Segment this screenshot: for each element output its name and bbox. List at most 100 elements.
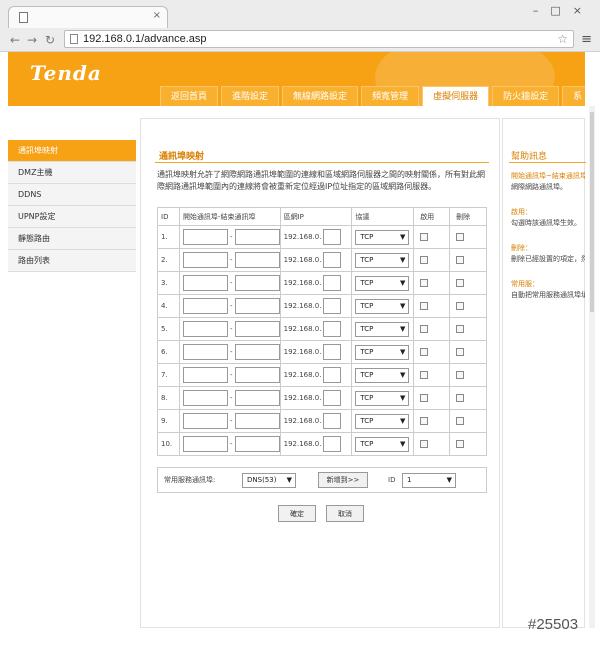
end-port-input[interactable]	[234, 321, 280, 337]
ip-last-octet-input[interactable]	[323, 344, 342, 360]
end-port-input[interactable]	[234, 344, 280, 360]
delete-checkbox[interactable]	[456, 371, 465, 379]
sidebar-item-route-table[interactable]: 路由列表	[8, 250, 136, 272]
enable-checkbox[interactable]	[420, 302, 429, 310]
common-service-select[interactable]: DNS(53) ▼	[242, 472, 296, 488]
ip-last-octet-input[interactable]	[323, 298, 342, 314]
ip-last-octet-input[interactable]	[323, 436, 342, 452]
tab-virtual-server[interactable]: 虛擬伺服器	[422, 86, 490, 106]
scrollbar-thumb[interactable]	[590, 112, 594, 312]
ip-prefix: 192.168.0.	[283, 302, 322, 310]
protocol-select[interactable]: TCP ▼	[355, 390, 410, 406]
enable-checkbox[interactable]	[420, 371, 429, 379]
end-port-input[interactable]	[234, 367, 280, 383]
ip-last-octet-input[interactable]	[323, 252, 342, 268]
browser-tab[interactable]: ×	[8, 6, 168, 28]
protocol-select[interactable]: TCP ▼	[355, 321, 410, 337]
scrollbar[interactable]	[589, 106, 595, 628]
tab-bandwidth[interactable]: 頻寬管理	[361, 86, 420, 106]
end-port-input[interactable]	[234, 298, 280, 314]
tab-home[interactable]: 返回首頁	[160, 86, 219, 106]
enable-checkbox[interactable]	[420, 440, 429, 448]
protocol-select[interactable]: TCP ▼	[355, 413, 410, 429]
sidebar-item-port-forwarding[interactable]: 通訊埠映射	[8, 140, 136, 162]
cancel-button[interactable]: 取消	[326, 505, 364, 522]
delete	[450, 226, 487, 248]
address-bar[interactable]: 192.168.0.1/advance.asp ☆	[64, 30, 574, 48]
menu-icon[interactable]: ≡	[581, 32, 592, 47]
ip-last-octet-input[interactable]	[323, 229, 342, 245]
id-select[interactable]: 1 ▼	[402, 472, 456, 488]
ip-last-octet-input[interactable]	[323, 321, 342, 337]
enable-checkbox[interactable]	[420, 348, 429, 356]
end-port-input[interactable]	[234, 390, 280, 406]
lan-ip: 192.168.0.	[281, 249, 353, 271]
ip-last-octet-input[interactable]	[323, 367, 342, 383]
enable-checkbox[interactable]	[420, 394, 429, 402]
delete-checkbox[interactable]	[456, 256, 465, 264]
start-port-input[interactable]	[182, 344, 228, 360]
start-port-input[interactable]	[182, 367, 228, 383]
enable	[414, 272, 451, 294]
delete-checkbox[interactable]	[456, 302, 465, 310]
window-controls[interactable]: –□×	[533, 4, 594, 17]
delete-checkbox[interactable]	[456, 394, 465, 402]
tab-wireless[interactable]: 無線網路設定	[282, 86, 359, 106]
bookmark-star-icon[interactable]: ☆	[557, 32, 568, 46]
protocol-select[interactable]: TCP ▼	[355, 298, 410, 314]
start-port-input[interactable]	[182, 298, 228, 314]
delete	[450, 249, 487, 271]
enable-checkbox[interactable]	[420, 256, 429, 264]
sidebar-item-dmz[interactable]: DMZ主機	[8, 162, 136, 184]
add-to-button[interactable]: 新增到>>	[318, 472, 368, 488]
protocol-select[interactable]: TCP ▼	[355, 229, 410, 245]
start-port-input[interactable]	[182, 252, 228, 268]
enable-checkbox[interactable]	[420, 279, 429, 287]
back-icon[interactable]: ←	[10, 33, 20, 47]
delete-checkbox[interactable]	[456, 348, 465, 356]
end-port-input[interactable]	[234, 252, 280, 268]
enable-checkbox[interactable]	[420, 325, 429, 333]
delete-checkbox[interactable]	[456, 279, 465, 287]
tab-system[interactable]: 系	[562, 86, 585, 106]
ip-last-octet-input[interactable]	[323, 390, 342, 406]
sidebar-item-static-route[interactable]: 靜態路由	[8, 228, 136, 250]
table-row: 6. - 192.168.0. TCP ▼	[158, 341, 487, 364]
ip-last-octet-input[interactable]	[323, 275, 342, 291]
port-separator: -	[230, 325, 233, 333]
delete-checkbox[interactable]	[456, 417, 465, 425]
enable-checkbox[interactable]	[420, 417, 429, 425]
start-port-input[interactable]	[182, 390, 228, 406]
start-port-input[interactable]	[182, 229, 228, 245]
protocol-select[interactable]: TCP ▼	[355, 275, 410, 291]
ip-last-octet-input[interactable]	[323, 413, 342, 429]
close-tab-icon[interactable]: ×	[153, 10, 161, 21]
protocol-select[interactable]: TCP ▼	[355, 367, 410, 383]
tenda-logo: Tenda	[30, 61, 102, 85]
tab-advanced[interactable]: 進階設定	[221, 86, 280, 106]
end-port-input[interactable]	[234, 229, 280, 245]
protocol-select[interactable]: TCP ▼	[355, 436, 410, 452]
start-port-input[interactable]	[182, 436, 228, 452]
delete-checkbox[interactable]	[456, 440, 465, 448]
start-port-input[interactable]	[182, 321, 228, 337]
enable-checkbox[interactable]	[420, 233, 429, 241]
sidebar-item-ddns[interactable]: DDNS	[8, 184, 136, 206]
protocol-select[interactable]: TCP ▼	[355, 252, 410, 268]
end-port-input[interactable]	[234, 413, 280, 429]
protocol-select[interactable]: TCP ▼	[355, 344, 410, 360]
dropdown-arrow-icon: ▼	[399, 370, 406, 379]
ok-button[interactable]: 確定	[278, 505, 316, 522]
tab-firewall[interactable]: 防火牆設定	[492, 86, 560, 106]
sidebar-item-upnp[interactable]: UPNP設定	[8, 206, 136, 228]
delete-checkbox[interactable]	[456, 233, 465, 241]
dropdown-arrow-icon: ▼	[399, 416, 406, 425]
start-port-input[interactable]	[182, 413, 228, 429]
start-port-input[interactable]	[182, 275, 228, 291]
forward-icon[interactable]: →	[27, 33, 37, 47]
port-separator: -	[230, 348, 233, 356]
end-port-input[interactable]	[234, 275, 280, 291]
delete-checkbox[interactable]	[456, 325, 465, 333]
end-port-input[interactable]	[234, 436, 280, 452]
reload-icon[interactable]: ↻	[45, 33, 55, 47]
